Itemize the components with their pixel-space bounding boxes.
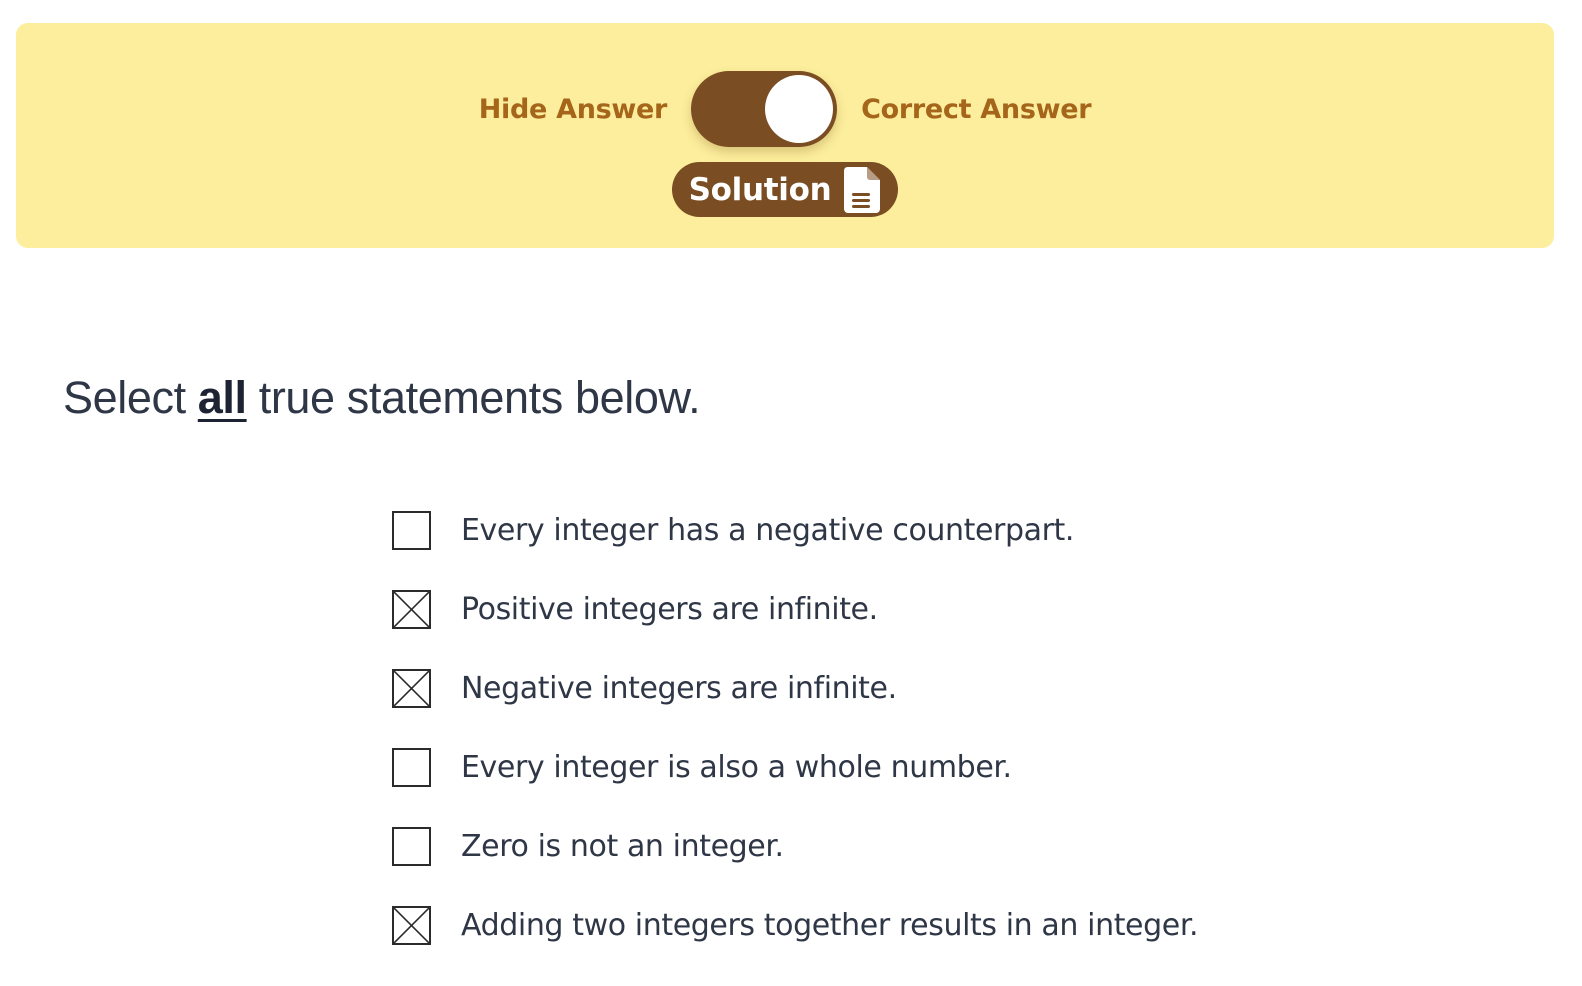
checked-x-icon [394,671,429,706]
checked-x-icon [394,592,429,627]
question-prompt: Select all true statements below. [63,372,701,424]
option-checkbox[interactable] [392,748,431,787]
question-suffix: true statements below. [246,372,701,423]
option-checkbox[interactable] [392,511,431,550]
checked-x-icon [394,908,429,943]
option-item[interactable]: Every integer has a negative counterpart… [392,509,1198,552]
option-text: Negative integers are infinite. [461,671,897,706]
toggle-knob [765,75,834,143]
option-checkbox[interactable] [392,590,431,629]
option-checkbox[interactable] [392,669,431,708]
option-item[interactable]: Adding two integers together results in … [392,904,1199,947]
option-text: Every integer has a negative counterpart… [461,513,1075,548]
question-emphasis: all [197,372,247,423]
answer-options: Every integer has a negative counterpart… [392,509,1199,983]
option-text: Adding two integers together results in … [461,908,1199,943]
answer-toggle-switch[interactable] [691,71,838,147]
option-checkbox[interactable] [392,827,431,866]
answer-panel: Hide Answer Correct Answer Solution [16,23,1554,248]
option-text: Positive integers are infinite. [461,592,878,627]
document-icon [844,166,881,213]
question-prefix: Select [63,372,198,423]
correct-answer-label[interactable]: Correct Answer [861,94,1091,125]
answer-toggle-row: Hide Answer Correct Answer [16,71,1554,147]
option-checkbox[interactable] [392,906,431,945]
hide-answer-label[interactable]: Hide Answer [479,94,668,125]
solution-button-label: Solution [688,171,832,208]
option-text: Every integer is also a whole number. [461,750,1012,785]
option-item[interactable]: Every integer is also a whole number. [392,746,1198,789]
option-item[interactable]: Positive integers are infinite. [392,588,1198,631]
option-text: Zero is not an integer. [461,829,784,864]
solution-button[interactable]: Solution [672,162,898,217]
option-item[interactable]: Negative integers are infinite. [392,667,1198,710]
option-item[interactable]: Zero is not an integer. [392,825,1198,868]
